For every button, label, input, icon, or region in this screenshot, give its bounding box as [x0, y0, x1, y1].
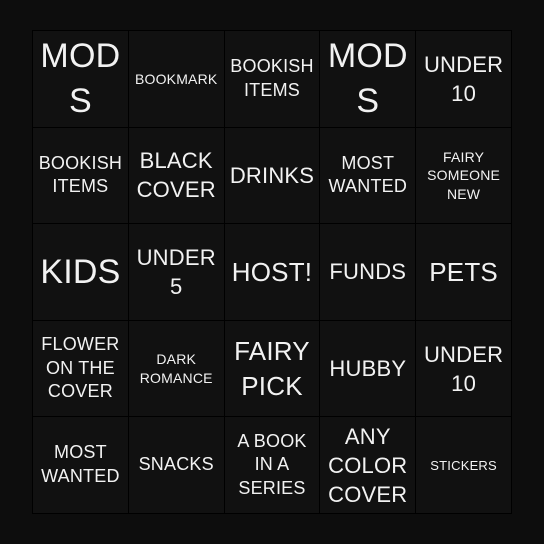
- bingo-cell-label: PETS: [429, 256, 498, 287]
- bingo-cell-label: UNDER 5: [136, 244, 216, 299]
- bingo-cell[interactable]: UNDER 10: [416, 31, 511, 127]
- bingo-cell-label: KIDS: [40, 252, 121, 291]
- bingo-cell-label: HUBBY: [329, 356, 407, 382]
- bingo-cell-label: STICKERS: [430, 457, 497, 473]
- bingo-cell-label: BOOKISH ITEMS: [230, 56, 314, 100]
- bingo-cell-label: ANY COLOR COVER: [328, 423, 408, 507]
- bingo-cell[interactable]: FAIRY PICK: [224, 320, 320, 417]
- bingo-cell-label: HOST!: [231, 256, 313, 287]
- bingo-cell[interactable]: FAIRY SOMEONE NEW: [416, 127, 511, 224]
- bingo-cell-label: UNDER 10: [423, 51, 504, 106]
- bingo-cell[interactable]: DARK ROMANCE: [128, 320, 224, 417]
- bingo-cell[interactable]: HOST!: [224, 224, 320, 320]
- bingo-cell[interactable]: BOOKMARK: [128, 31, 224, 127]
- bingo-cell[interactable]: UNDER 10: [416, 320, 511, 417]
- bingo-cell[interactable]: SNACKS: [128, 417, 224, 513]
- bingo-cell[interactable]: MODS: [320, 31, 416, 127]
- bingo-cell-label: MOST WANTED: [328, 152, 408, 197]
- bingo-cell[interactable]: STICKERS: [416, 417, 511, 513]
- bingo-cell-label: DRINKS: [229, 162, 315, 188]
- bingo-cell[interactable]: MODS: [33, 31, 128, 127]
- bingo-cell-label: FAIRY PICK: [234, 336, 310, 401]
- bingo-cell-label: FLOWER ON THE COVER: [41, 333, 120, 402]
- bingo-cell[interactable]: MOST WANTED: [33, 417, 128, 513]
- bingo-cell[interactable]: FUNDS: [320, 224, 416, 320]
- bingo-cell-label: FAIRY SOMEONE NEW: [427, 148, 501, 202]
- bingo-cell[interactable]: HUBBY: [320, 320, 416, 417]
- bingo-cell[interactable]: DRINKS: [224, 127, 320, 224]
- bingo-cell-label: DARK ROMANCE: [139, 351, 213, 386]
- bingo-cell-label: A BOOK IN A SERIES: [237, 430, 307, 499]
- bingo-cell[interactable]: BOOKISH ITEMS: [33, 127, 128, 224]
- bingo-cell-label: UNDER 10: [423, 341, 504, 396]
- bingo-cell[interactable]: BOOKISH ITEMS: [224, 31, 320, 127]
- bingo-cell-label: FUNDS: [329, 259, 407, 285]
- bingo-cell-label: SNACKS: [138, 454, 214, 475]
- bingo-cell-label: MODS: [40, 36, 121, 120]
- bingo-cell[interactable]: UNDER 5: [128, 224, 224, 320]
- bingo-cell[interactable]: KIDS: [33, 224, 128, 320]
- bingo-cell[interactable]: A BOOK IN A SERIES: [224, 417, 320, 513]
- bingo-cell[interactable]: BLACK COVER: [128, 127, 224, 224]
- bingo-card-grid: MODS BOOKMARK BOOKISH ITEMS MODS UNDER 10 BOO…: [32, 30, 512, 514]
- bingo-cell[interactable]: ANY COLOR COVER: [320, 417, 416, 513]
- bingo-cell-label: BOOKISH ITEMS: [38, 152, 123, 197]
- bingo-cell-label: BOOKMARK: [134, 70, 218, 87]
- bingo-cell-label: BLACK COVER: [136, 148, 216, 203]
- bingo-cell[interactable]: PETS: [416, 224, 511, 320]
- bingo-cell[interactable]: MOST WANTED: [320, 127, 416, 224]
- bingo-cell[interactable]: FLOWER ON THE COVER: [33, 320, 128, 417]
- bingo-cell-label: MOST WANTED: [41, 442, 120, 487]
- bingo-cell-label: MODS: [327, 36, 408, 120]
